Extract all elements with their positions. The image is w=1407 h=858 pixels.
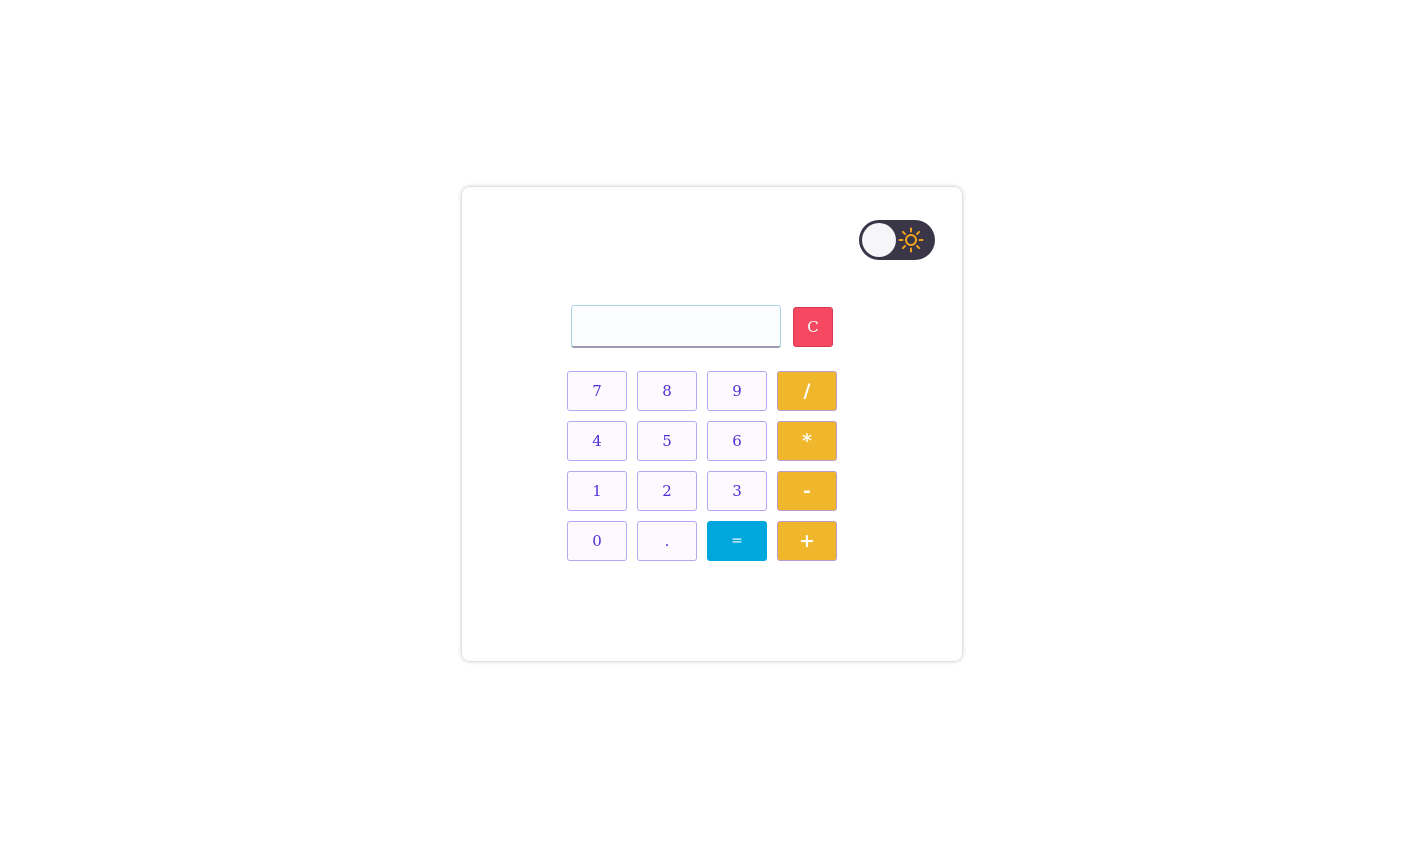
clear-button[interactable]: C xyxy=(793,307,833,347)
key-subtract[interactable]: - xyxy=(777,471,837,511)
key-3[interactable]: 3 xyxy=(707,471,767,511)
key-decimal[interactable]: . xyxy=(637,521,697,561)
key-divide[interactable]: / xyxy=(777,371,837,411)
key-7[interactable]: 7 xyxy=(567,371,627,411)
key-1[interactable]: 1 xyxy=(567,471,627,511)
key-0[interactable]: 0 xyxy=(567,521,627,561)
calculator-card: C 7 8 9 / 4 5 6 * 1 2 3 - 0 . = + xyxy=(462,187,962,661)
keypad: 7 8 9 / 4 5 6 * 1 2 3 - 0 . = + xyxy=(567,371,837,561)
toggle-knob xyxy=(862,223,896,257)
key-add[interactable]: + xyxy=(777,521,837,561)
key-2[interactable]: 2 xyxy=(637,471,697,511)
sun-icon xyxy=(898,227,924,253)
calculator-display[interactable] xyxy=(571,305,781,348)
key-8[interactable]: 8 xyxy=(637,371,697,411)
theme-toggle[interactable] xyxy=(859,220,935,260)
key-equals[interactable]: = xyxy=(707,521,767,561)
key-9[interactable]: 9 xyxy=(707,371,767,411)
key-5[interactable]: 5 xyxy=(637,421,697,461)
key-6[interactable]: 6 xyxy=(707,421,767,461)
key-multiply[interactable]: * xyxy=(777,421,837,461)
key-4[interactable]: 4 xyxy=(567,421,627,461)
